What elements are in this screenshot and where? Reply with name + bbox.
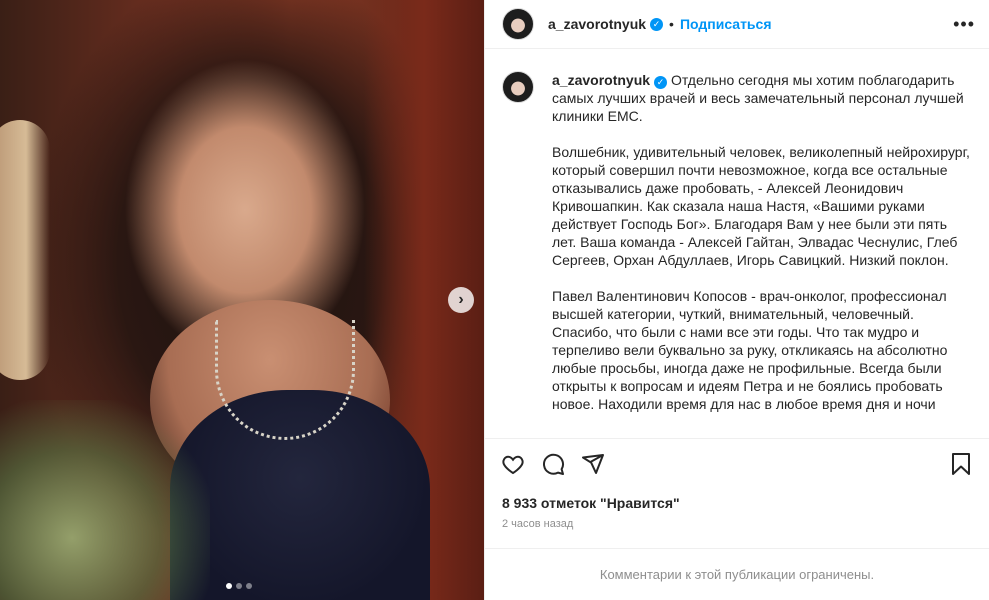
likes-count[interactable]: 8 933 отметок "Нравится" [485, 489, 989, 511]
post-side-panel: a_zavorotnyuk ✓ • Подписаться ••• a_zavo… [484, 0, 989, 600]
share-icon[interactable] [581, 452, 605, 476]
carousel-dot [246, 583, 252, 589]
comment-icon[interactable] [541, 452, 565, 476]
foreground-plant [0, 400, 210, 600]
chevron-right-icon: › [458, 291, 464, 308]
separator-dot: • [669, 16, 674, 32]
caption-avatar[interactable] [502, 71, 534, 103]
carousel-next-button[interactable]: › [448, 287, 474, 313]
heart-icon[interactable] [501, 452, 525, 476]
bookmark-icon[interactable] [949, 452, 973, 476]
verified-badge-icon: ✓ [654, 75, 668, 89]
caption-paragraph-2: Волшебник, удивительный человек, великол… [552, 144, 970, 268]
carousel-dot-active [226, 583, 232, 589]
caption-username[interactable]: a_zavorotnyuk [552, 72, 650, 88]
caption: a_zavorotnyuk ✓ Отдельно сегодня мы хотим… [502, 71, 973, 431]
post-actions [485, 439, 989, 489]
instagram-post: › a_zavorotnyuk ✓ • Подписаться ••• a_za… [0, 0, 989, 600]
carousel-dot [236, 583, 242, 589]
more-horizontal-icon[interactable]: ••• [953, 14, 975, 35]
caption-paragraph-3: Павел Валентинович Копосов - врач-онколо… [552, 288, 948, 412]
chair-detail [0, 120, 50, 380]
follow-button[interactable]: Подписаться [680, 16, 772, 32]
post-photo[interactable]: › [0, 0, 484, 600]
verified-badge-icon: ✓ [650, 17, 664, 31]
caption-text: a_zavorotnyuk ✓ Отдельно сегодня мы хотим… [552, 71, 973, 431]
header-username[interactable]: a_zavorotnyuk [548, 16, 646, 32]
carousel-indicator [226, 583, 252, 589]
caption-scroll-area[interactable]: a_zavorotnyuk ✓ Отдельно сегодня мы хотим… [485, 49, 989, 439]
caption-paragraph-1: a_zavorotnyuk ✓ Отдельно сегодня мы хотим… [552, 71, 973, 125]
avatar[interactable] [502, 8, 534, 40]
post-header: a_zavorotnyuk ✓ • Подписаться ••• [485, 0, 989, 49]
post-timestamp[interactable]: 2 часов назад [485, 511, 989, 530]
comments-limited-notice: Комментарии к этой публикации ограничены… [485, 548, 989, 600]
